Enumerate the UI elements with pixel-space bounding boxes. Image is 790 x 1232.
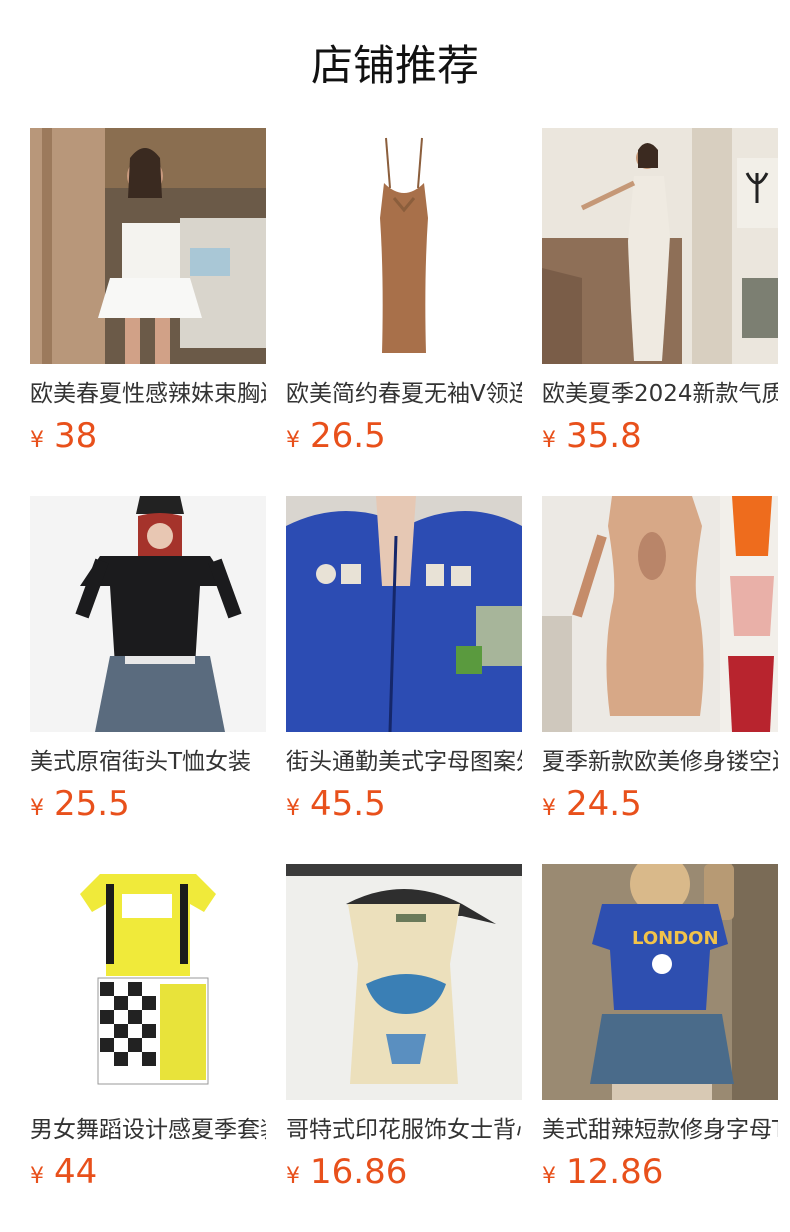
currency-symbol: ¥ [286, 428, 300, 453]
product-image[interactable]: LONDON [542, 864, 778, 1100]
product-card[interactable]: LONDON 美式甜辣短款修身字母T恤 ¥12.86 [542, 864, 778, 1192]
product-image[interactable] [30, 496, 266, 732]
product-card[interactable]: 美式原宿街头T恤女装 ¥25.5 [30, 496, 266, 824]
product-price: 24.5 [566, 784, 642, 824]
currency-symbol: ¥ [30, 428, 44, 453]
currency-symbol: ¥ [542, 1164, 556, 1189]
product-name[interactable]: 街头通勤美式字母图案外套 [286, 746, 522, 778]
product-image[interactable] [286, 864, 522, 1100]
currency-symbol: ¥ [30, 796, 44, 821]
product-card[interactable]: 欧美春夏性感辣妹束胸连衣裙 ¥38 [30, 128, 266, 456]
product-grid: 欧美春夏性感辣妹束胸连衣裙 ¥38 欧美简约春夏无袖V领连衣裙 ¥26.5 [30, 128, 779, 1192]
currency-symbol: ¥ [286, 1164, 300, 1189]
product-name[interactable]: 男女舞蹈设计感夏季套装 [30, 1114, 266, 1146]
product-name[interactable]: 欧美春夏性感辣妹束胸连衣裙 [30, 378, 266, 410]
product-image[interactable] [30, 128, 266, 364]
product-price: 45.5 [310, 784, 386, 824]
product-price: 25.5 [54, 784, 130, 824]
product-name[interactable]: 哥特式印花服饰女士背心 [286, 1114, 522, 1146]
product-price: 26.5 [310, 416, 386, 456]
product-card[interactable]: 哥特式印花服饰女士背心 ¥16.86 [286, 864, 522, 1192]
price-row: ¥16.86 [286, 1152, 407, 1192]
product-price: 38 [54, 416, 98, 456]
price-row: ¥38 [30, 416, 97, 456]
currency-symbol: ¥ [286, 796, 300, 821]
product-name[interactable]: 美式甜辣短款修身字母T恤 [542, 1114, 778, 1146]
product-price: 35.8 [566, 416, 642, 456]
product-card[interactable]: 欧美夏季2024新款气质长裙 ¥35.8 [542, 128, 778, 456]
product-card[interactable]: 街头通勤美式字母图案外套 ¥45.5 [286, 496, 522, 824]
section-title: 店铺推荐 [310, 41, 479, 90]
price-row: ¥44 [30, 1152, 97, 1192]
currency-symbol: ¥ [30, 1164, 44, 1189]
product-image[interactable] [286, 496, 522, 732]
product-card[interactable]: 夏季新款欧美修身镂空连衣裙 ¥24.5 [542, 496, 778, 824]
product-price: 12.86 [566, 1152, 664, 1192]
product-name[interactable]: 欧美简约春夏无袖V领连衣裙 [286, 378, 522, 410]
product-image[interactable] [286, 128, 522, 364]
product-price: 16.86 [310, 1152, 408, 1192]
product-name[interactable]: 夏季新款欧美修身镂空连衣裙 [542, 746, 778, 778]
product-name[interactable]: 美式原宿街头T恤女装 [30, 746, 266, 778]
svg-text:LONDON: LONDON [632, 928, 719, 949]
product-image[interactable] [30, 864, 266, 1100]
currency-symbol: ¥ [542, 796, 556, 821]
price-row: ¥26.5 [286, 416, 386, 456]
price-row: ¥45.5 [286, 784, 386, 824]
price-row: ¥25.5 [30, 784, 130, 824]
price-row: ¥24.5 [542, 784, 642, 824]
product-card[interactable]: 男女舞蹈设计感夏季套装 ¥44 [30, 864, 266, 1192]
store-recommendations-page: 店铺推荐 欧美春夏性感辣妹束胸 ¥ 38 欧美简约春夏无袖V领连 ¥ 26.5 … [0, 0, 790, 1232]
product-image[interactable] [542, 128, 778, 364]
product-card[interactable]: 欧美简约春夏无袖V领连衣裙 ¥26.5 [286, 128, 522, 456]
product-name[interactable]: 欧美夏季2024新款气质长裙 [542, 378, 778, 410]
product-price: 44 [54, 1152, 98, 1192]
price-row: ¥12.86 [542, 1152, 663, 1192]
product-image[interactable] [542, 496, 778, 732]
currency-symbol: ¥ [542, 428, 556, 453]
price-row: ¥35.8 [542, 416, 642, 456]
